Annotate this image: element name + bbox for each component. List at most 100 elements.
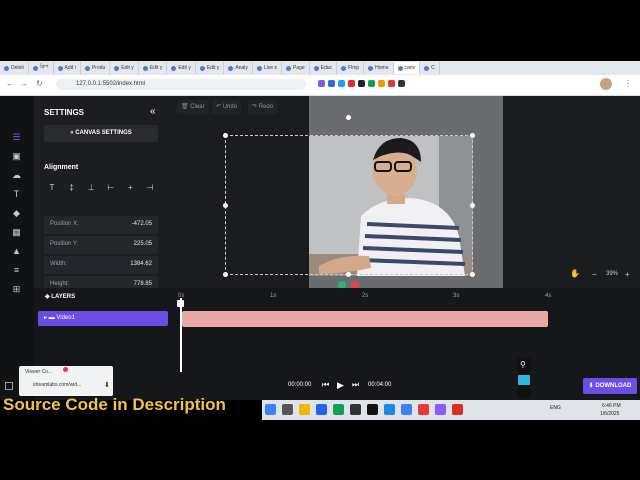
download-icon[interactable]: ⬇ bbox=[104, 381, 110, 389]
forward-icon[interactable]: → bbox=[20, 79, 28, 88]
download-button[interactable]: ⬇ DOWNLOAD bbox=[583, 378, 637, 394]
browser-tab[interactable]: Analy bbox=[224, 62, 253, 74]
subtitles-icon[interactable]: ≡ bbox=[11, 265, 22, 275]
taskbar-app-icon[interactable] bbox=[418, 404, 429, 415]
notification-popup[interactable]: Viewer Co... streamlabs.com/wid... ⬇ bbox=[19, 366, 113, 396]
skip-forward-icon[interactable]: ⏭ bbox=[352, 380, 359, 390]
zoom-out-button[interactable]: − bbox=[592, 270, 597, 279]
resize-handle[interactable] bbox=[470, 272, 475, 277]
resize-handle[interactable] bbox=[223, 203, 228, 208]
align-bottom-icon[interactable]: ⊥ bbox=[83, 180, 99, 196]
browser-tab[interactable]: Educ bbox=[310, 62, 338, 74]
browser-tab[interactable]: Deleti bbox=[0, 62, 29, 74]
extension-icon[interactable] bbox=[348, 80, 355, 87]
selection-box[interactable] bbox=[225, 135, 473, 275]
taskbar-app-icon[interactable] bbox=[333, 404, 344, 415]
taskbar-app-icon[interactable] bbox=[265, 404, 276, 415]
position-y-value[interactable]: 225.05 bbox=[134, 241, 152, 247]
media-icon[interactable]: ▣ bbox=[11, 151, 22, 161]
collapse-icon[interactable]: « bbox=[150, 106, 156, 117]
skip-back-icon[interactable]: ⏮ bbox=[322, 380, 329, 390]
shapes-icon[interactable]: ◆ bbox=[11, 208, 22, 218]
profile-avatar[interactable] bbox=[600, 78, 612, 90]
shape-icon[interactable]: ▲ bbox=[11, 246, 22, 256]
upload-cloud-icon[interactable]: ☁ bbox=[11, 170, 22, 180]
pin-icon[interactable]: ⚲ bbox=[520, 360, 526, 369]
playhead-handle[interactable] bbox=[177, 300, 184, 307]
copy-icon[interactable] bbox=[5, 382, 13, 390]
taskbar-app-icon[interactable] bbox=[452, 404, 463, 415]
resize-handle[interactable] bbox=[346, 272, 351, 277]
height-row[interactable]: Height: 778.85 bbox=[44, 276, 158, 288]
browser-tab[interactable]: Page bbox=[282, 62, 310, 74]
language-indicator[interactable]: ENG bbox=[550, 405, 561, 411]
taskbar-app-icon[interactable] bbox=[282, 404, 293, 415]
browser-tab[interactable]: ক্লিপ bbox=[29, 62, 54, 74]
taskbar-app-icon[interactable] bbox=[435, 404, 446, 415]
browser-tab[interactable]: Edit y bbox=[167, 62, 196, 74]
align-right-icon[interactable]: ⊣ bbox=[142, 180, 158, 196]
browser-tab[interactable]: Edit y bbox=[110, 62, 139, 74]
position-y-row[interactable]: Position Y: 225.05 bbox=[44, 236, 158, 254]
browser-tab[interactable]: Live s bbox=[253, 62, 282, 74]
resize-handle[interactable] bbox=[223, 133, 228, 138]
extension-icon[interactable] bbox=[388, 80, 395, 87]
browser-tab[interactable]: Produ bbox=[81, 62, 111, 74]
playhead[interactable] bbox=[180, 298, 182, 372]
taskbar-app-icon[interactable] bbox=[350, 404, 361, 415]
extension-icon[interactable] bbox=[338, 80, 345, 87]
extension-icon[interactable] bbox=[398, 80, 405, 87]
video-clip[interactable] bbox=[182, 311, 548, 327]
height-value[interactable]: 778.85 bbox=[134, 281, 152, 287]
browser-tab[interactable]: Home bbox=[364, 62, 394, 74]
undo-button[interactable]: ↶ Undo bbox=[212, 100, 242, 114]
extension-icon[interactable] bbox=[318, 80, 325, 87]
browser-tab[interactable]: Add i bbox=[54, 62, 81, 74]
align-top-icon[interactable]: T bbox=[44, 180, 60, 196]
back-icon[interactable]: ← bbox=[6, 79, 14, 88]
reload-icon[interactable]: ↻ bbox=[36, 79, 43, 88]
width-row[interactable]: Width: 1384.62 bbox=[44, 256, 158, 274]
zoom-control: ✋ − 39% + bbox=[570, 267, 636, 283]
browser-tab[interactable]: canv bbox=[393, 62, 421, 74]
canvas-settings-button[interactable]: « CANVAS SETTINGS bbox=[44, 125, 158, 142]
clear-button[interactable]: 🗑 Clear bbox=[177, 100, 209, 114]
play-icon[interactable]: ▶ bbox=[337, 380, 344, 391]
resize-handle[interactable] bbox=[223, 272, 228, 277]
grid-icon[interactable]: ▦ bbox=[11, 227, 22, 237]
browser-tab[interactable]: Flmp bbox=[337, 62, 365, 74]
rotate-handle[interactable] bbox=[346, 115, 351, 120]
notification-url[interactable]: streamlabs.com/wid... bbox=[33, 382, 81, 388]
extension-icon[interactable] bbox=[368, 80, 375, 87]
redo-button[interactable]: ↷ Redo bbox=[248, 100, 278, 114]
resize-handle[interactable] bbox=[470, 203, 475, 208]
align-middle-icon[interactable]: ‡ bbox=[64, 180, 80, 196]
position-x-value[interactable]: -472.05 bbox=[132, 221, 152, 227]
layer-item-video1[interactable]: ▸ ▬ Video1 bbox=[38, 311, 168, 326]
taskbar-app-icon[interactable] bbox=[316, 404, 327, 415]
resize-handle[interactable] bbox=[470, 133, 475, 138]
taskbar-app-icon[interactable] bbox=[401, 404, 412, 415]
align-left-icon[interactable]: ⊢ bbox=[103, 180, 119, 196]
browser-tab[interactable]: Edit y bbox=[196, 62, 225, 74]
position-x-row[interactable]: Position X: -472.05 bbox=[44, 216, 158, 234]
hand-icon[interactable]: ✋ bbox=[570, 269, 580, 278]
settings-sliders-icon[interactable]: ☰ bbox=[11, 132, 22, 142]
browser-tab[interactable]: C bbox=[420, 62, 440, 74]
extension-icon[interactable] bbox=[378, 80, 385, 87]
eye-icon[interactable] bbox=[518, 375, 530, 385]
browser-tab[interactable]: Edit y bbox=[139, 62, 168, 74]
chevron-right-icon[interactable]: ▸ bbox=[44, 315, 47, 321]
taskbar-app-icon[interactable] bbox=[384, 404, 395, 415]
extension-icon[interactable] bbox=[358, 80, 365, 87]
zoom-in-button[interactable]: + bbox=[625, 270, 630, 279]
address-bar[interactable]: 127.0.0.1:5502/index.html bbox=[56, 79, 306, 90]
align-center-icon[interactable]: + bbox=[122, 180, 138, 196]
text-icon[interactable]: T bbox=[11, 189, 22, 199]
extension-icon[interactable] bbox=[328, 80, 335, 87]
menu-icon[interactable]: ⋮ bbox=[624, 79, 632, 88]
apps-icon[interactable]: ⊞ bbox=[11, 284, 22, 294]
taskbar-app-icon[interactable] bbox=[299, 404, 310, 415]
width-value[interactable]: 1384.62 bbox=[130, 261, 152, 267]
taskbar-app-icon[interactable] bbox=[367, 404, 378, 415]
